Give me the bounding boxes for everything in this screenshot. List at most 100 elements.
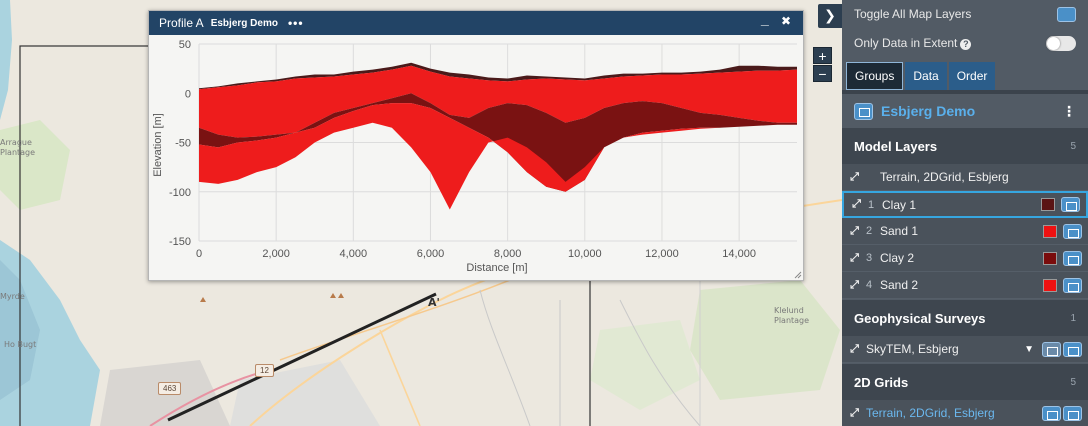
chevron-down-icon[interactable]: ▼ xyxy=(1024,344,1034,355)
layer-number: 1 xyxy=(868,198,875,211)
layers-icon[interactable] xyxy=(1063,341,1082,357)
expand-icon[interactable]: ⤢ xyxy=(848,252,861,265)
x-axis-label: Distance [m] xyxy=(466,262,527,274)
elevation-profile-chart: 50 0 -50 -100 -150 0 2,000 4,000 6,000 8,000 10,0… xyxy=(152,39,797,274)
layer-row[interactable]: ⤢ 4 Sand 2 xyxy=(842,272,1088,299)
layer-row[interactable]: ⤢ Terrain, 2DGrid, Esbjerg xyxy=(842,164,1088,191)
tab-groups[interactable]: Groups xyxy=(846,62,904,90)
info-icon[interactable]: ? xyxy=(960,39,972,50)
profile-window-header[interactable]: Profile A Esbjerg Demo ••• _ ✖ xyxy=(149,11,803,35)
y-tick-label: -50 xyxy=(175,138,191,150)
toggle-all-label: Toggle All Map Layers xyxy=(854,7,972,21)
map-place-label: Klelund xyxy=(774,306,804,315)
layer-name: Terrain, 2DGrid, Esbjerg xyxy=(880,170,1009,184)
resize-handle-icon[interactable] xyxy=(794,271,802,279)
group-count: 1 xyxy=(1070,312,1076,324)
layer-visibility-icon[interactable] xyxy=(1063,223,1082,239)
profile-title: Profile A xyxy=(159,16,204,30)
dataset-icon[interactable] xyxy=(1042,341,1061,357)
only-extent-label: Only Data in Extent xyxy=(854,36,958,50)
chart-areas xyxy=(199,62,797,210)
dataset-icon[interactable] xyxy=(854,102,873,120)
only-extent-row: Only Data in Extent? xyxy=(842,28,1088,58)
y-axis-label: Elevation [m] xyxy=(152,113,164,177)
y-tick-label: -150 xyxy=(169,236,191,248)
layer-color-swatch[interactable] xyxy=(1043,224,1057,238)
map-place-label: Plantage xyxy=(0,148,36,157)
group-count: 5 xyxy=(1070,140,1076,152)
expand-icon[interactable]: ⤢ xyxy=(848,279,861,292)
zoom-in-button[interactable]: + xyxy=(813,47,832,64)
tab-order[interactable]: Order xyxy=(948,62,996,90)
layer-name: Clay 2 xyxy=(880,251,915,265)
group-name: Model Layers xyxy=(854,138,938,154)
group-name: Geophysical Surveys xyxy=(854,310,986,326)
toggle-all-row: Toggle All Map Layers xyxy=(842,0,1088,28)
map-place-label: Plantage xyxy=(774,316,810,325)
expand-icon[interactable]: ⤢ xyxy=(848,343,861,356)
profile-window[interactable]: Profile A Esbjerg Demo ••• _ ✖ 50 0 -50 -10… xyxy=(148,10,804,281)
group-geophysical-surveys[interactable]: Geophysical Surveys 1 xyxy=(842,300,1088,336)
sidebar-tabs: Groups Data Order xyxy=(842,58,1088,94)
minimize-icon[interactable]: _ xyxy=(761,11,769,27)
x-tick-label: 2,000 xyxy=(262,248,290,260)
group-count: 5 xyxy=(1070,376,1076,388)
layer-name: SkyTEM, Esbjerg xyxy=(866,342,959,356)
map-place-label: Ho Bugt xyxy=(4,340,37,349)
group-model-layers[interactable]: Model Layers 5 xyxy=(842,128,1088,164)
layer-row[interactable]: ⤢ 1 Clay 1 xyxy=(842,191,1088,218)
expand-icon[interactable]: ⤢ xyxy=(850,198,863,211)
profile-menu-icon[interactable]: ••• xyxy=(288,16,304,30)
layer-row[interactable]: ⤢ 3 Clay 2 xyxy=(842,245,1088,272)
kebab-menu-icon[interactable]: ⋮ xyxy=(1062,103,1076,120)
layer-name: Terrain, 2DGrid, Esbjerg xyxy=(866,406,995,420)
y-tick-label: -100 xyxy=(169,187,191,199)
x-tick-label: 6,000 xyxy=(417,248,445,260)
group-2d-grids[interactable]: 2D Grids 5 xyxy=(842,364,1088,400)
y-tick-label: 0 xyxy=(185,88,191,100)
group-name: 2D Grids xyxy=(854,374,909,390)
x-tick-label: 14,000 xyxy=(722,248,756,260)
layers-toggle-icon[interactable] xyxy=(1057,6,1076,22)
map-place-label: Myrde xyxy=(0,292,25,301)
y-axis-ticks: 50 0 -50 -100 -150 xyxy=(169,39,191,248)
road-number-label: 12 xyxy=(255,364,274,377)
layer-color-swatch[interactable] xyxy=(1043,251,1057,265)
tab-data[interactable]: Data xyxy=(905,62,947,90)
layer-name: Sand 2 xyxy=(880,278,919,292)
project-title: Esbjerg Demo xyxy=(881,103,976,119)
x-tick-label: 10,000 xyxy=(568,248,602,260)
close-icon[interactable]: ✖ xyxy=(781,14,791,28)
y-tick-label: 50 xyxy=(179,39,191,51)
profile-end-marker: A' xyxy=(428,296,440,309)
layer-sidebar: Toggle All Map Layers Only Data in Exten… xyxy=(842,0,1088,426)
x-tick-label: 0 xyxy=(196,248,202,260)
layer-color-swatch[interactable] xyxy=(1043,278,1057,292)
layers-icon[interactable] xyxy=(1063,405,1082,421)
layer-row[interactable]: ⤢ SkyTEM, Esbjerg ▼ xyxy=(842,336,1088,363)
expand-icon[interactable]: ⤢ xyxy=(848,171,861,184)
x-tick-label: 12,000 xyxy=(645,248,679,260)
layer-visibility-icon[interactable] xyxy=(1061,197,1080,212)
layer-color-swatch[interactable] xyxy=(1041,198,1055,211)
road-number-label: 463 xyxy=(158,382,182,395)
project-row[interactable]: Esbjerg Demo ⋮ xyxy=(842,94,1088,128)
expand-icon[interactable]: ⤢ xyxy=(848,407,861,420)
dataset-icon[interactable] xyxy=(1042,405,1061,421)
layer-visibility-icon[interactable] xyxy=(1063,250,1082,266)
layer-name: Sand 1 xyxy=(880,224,919,238)
expand-icon[interactable]: ⤢ xyxy=(848,225,861,238)
profile-subtitle: Esbjerg Demo xyxy=(210,17,278,29)
x-axis-ticks: 0 2,000 4,000 6,000 8,000 10,000 12,000 14,000 xyxy=(196,248,756,260)
layer-row[interactable]: ⤢ Terrain, 2DGrid, Esbjerg xyxy=(842,400,1088,426)
layer-number: 3 xyxy=(866,252,873,264)
layer-name: Clay 1 xyxy=(882,197,917,212)
layer-number: 4 xyxy=(866,279,873,291)
collapse-sidebar-button[interactable]: ❯ xyxy=(818,4,842,28)
x-tick-label: 8,000 xyxy=(494,248,522,260)
x-tick-label: 4,000 xyxy=(340,248,368,260)
zoom-out-button[interactable]: − xyxy=(813,65,832,82)
layer-visibility-icon[interactable] xyxy=(1063,277,1082,293)
layer-row[interactable]: ⤢ 2 Sand 1 xyxy=(842,218,1088,245)
only-extent-toggle[interactable] xyxy=(1046,35,1076,51)
